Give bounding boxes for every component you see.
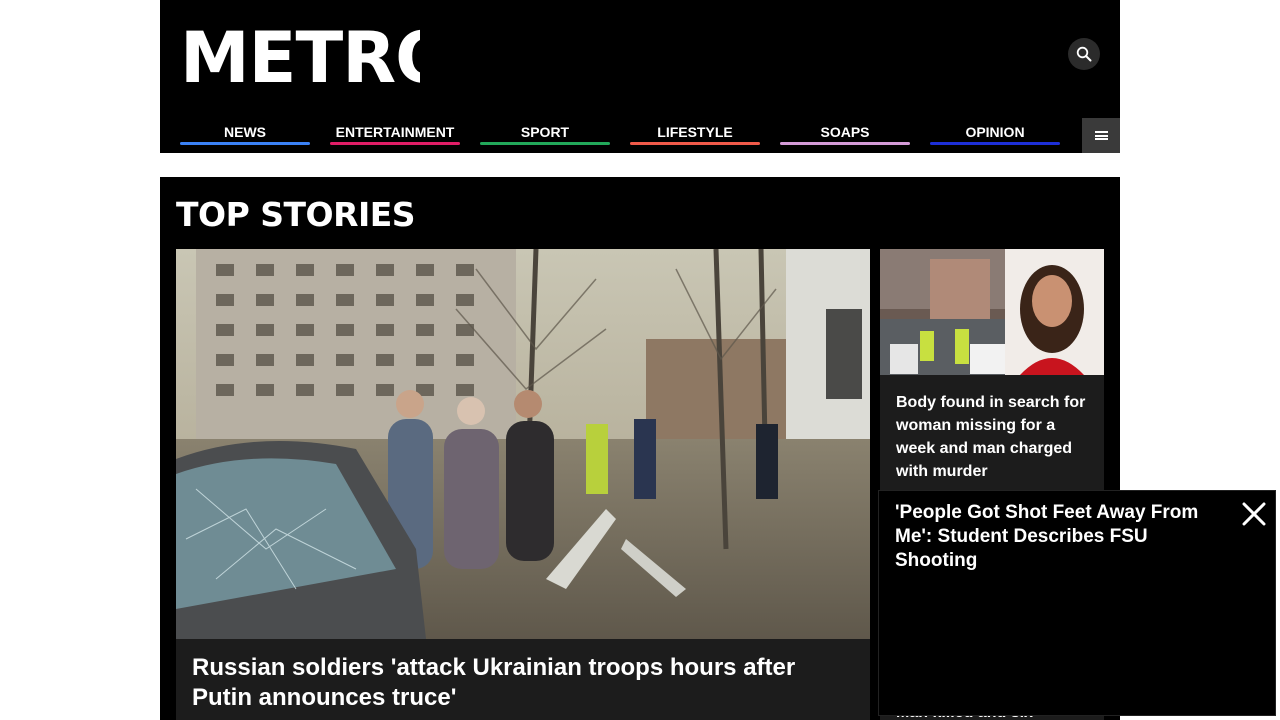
search-button[interactable]: [1068, 38, 1100, 70]
section-heading: TOP STORIES: [176, 195, 416, 234]
nav-item-label: ENTERTAINMENT: [335, 124, 455, 140]
video-popup[interactable]: 'People Got Shot Feet Away From Me': Stu…: [878, 490, 1276, 716]
nav-item-label: SPORT: [520, 124, 570, 140]
nav-item-label: SOAPS: [820, 124, 870, 140]
metro-logo[interactable]: METRO: [180, 20, 420, 90]
search-icon: [1076, 46, 1092, 62]
nav-item-soaps[interactable]: SOAPS: [780, 118, 910, 153]
nav-item-opinion[interactable]: OPINION: [930, 118, 1060, 153]
side-story-photo: [880, 249, 1104, 375]
nav-item-label: OPINION: [965, 124, 1025, 140]
nav-item-lifestyle[interactable]: LIFESTYLE: [630, 118, 760, 153]
close-button[interactable]: [1241, 501, 1267, 527]
lead-story-image[interactable]: [176, 249, 870, 639]
nav-underline: [180, 142, 310, 145]
lead-story-photo: [176, 249, 870, 639]
nav-underline: [330, 142, 460, 145]
nav-underline: [630, 142, 760, 145]
main-nav: NEWS ENTERTAINMENT SPORT LIFESTYLE SOAPS…: [180, 118, 1080, 153]
side-story-image[interactable]: [880, 249, 1104, 375]
lead-story-caption[interactable]: Russian soldiers 'attack Ukrainian troop…: [176, 639, 870, 720]
close-icon: [1242, 502, 1266, 526]
lead-story-card[interactable]: Russian soldiers 'attack Ukrainian troop…: [176, 249, 870, 720]
nav-underline: [780, 142, 910, 145]
nav-item-entertainment[interactable]: ENTERTAINMENT: [330, 118, 460, 153]
menu-button[interactable]: [1082, 118, 1120, 153]
side-story-card[interactable]: Body found in search for woman missing f…: [880, 249, 1104, 491]
nav-item-label: LIFESTYLE: [657, 124, 733, 140]
nav-item-news[interactable]: NEWS: [180, 118, 310, 153]
side-story-caption[interactable]: Body found in search for woman missing f…: [880, 375, 1104, 491]
hamburger-menu-icon: [1094, 130, 1108, 142]
lead-story-headline[interactable]: Russian soldiers 'attack Ukrainian troop…: [192, 653, 854, 713]
video-popup-title[interactable]: 'People Got Shot Feet Away From Me': Stu…: [895, 501, 1225, 573]
logo-text: METRO: [180, 20, 420, 90]
nav-underline: [930, 142, 1060, 145]
side-story-headline[interactable]: Body found in search for woman missing f…: [896, 391, 1088, 483]
nav-underline: [480, 142, 610, 145]
nav-item-sport[interactable]: SPORT: [480, 118, 610, 153]
nav-item-label: NEWS: [224, 124, 266, 140]
